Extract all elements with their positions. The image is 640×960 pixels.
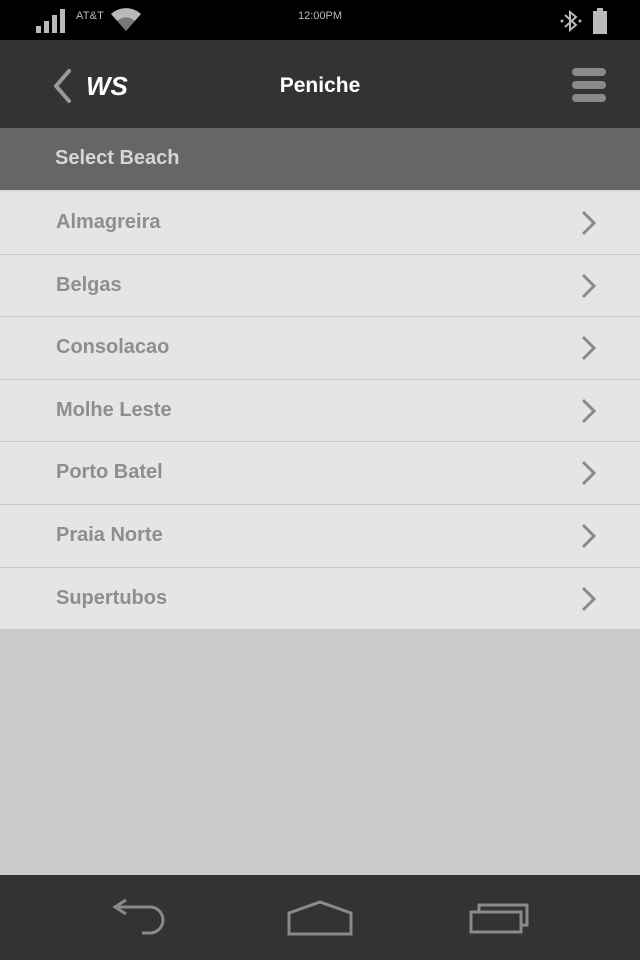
menu-button[interactable] [572,68,606,102]
list-item-label: Molhe Leste [56,398,172,421]
list-item[interactable]: Supertubos [0,567,640,631]
system-nav-bar [0,875,640,960]
section-title: Select Beach [55,147,180,169]
status-bar: AT&T 12:00PM [0,0,640,40]
list-item[interactable]: Belgas [0,254,640,318]
chevron-right-icon [581,336,597,361]
list-item-label: Porto Batel [56,461,163,484]
page-title: Peniche [279,74,361,97]
recent-apps-icon [469,903,529,934]
list-item-label: Belgas [56,273,122,296]
chevron-right-icon [581,586,597,611]
chevron-right-icon [581,523,597,549]
bluetooth-icon [560,9,582,33]
list-item[interactable]: Almagreira [0,192,640,255]
back-arrow-icon [112,898,165,935]
list-item[interactable]: Consolacao [0,317,640,380]
list-item-label: Praia Norte [56,523,163,546]
nav-recent-apps-button[interactable] [465,897,535,937]
beach-list: Almagreira Belgas Consolacao Molhe Leste… [0,190,640,631]
empty-content-area [0,630,640,875]
app-header: WS Peniche [0,40,640,128]
list-item[interactable]: Porto Batel [0,442,640,505]
home-icon [287,900,353,936]
chevron-right-icon [581,461,597,486]
battery-icon [593,8,607,34]
nav-home-button[interactable] [285,897,355,937]
nav-back-button[interactable] [106,897,176,937]
list-item-label: Almagreira [56,211,161,233]
status-clock: 12:00PM [297,10,343,22]
list-item[interactable]: Molhe Leste [0,379,640,443]
list-item-label: Supertubos [56,586,168,609]
chevron-right-icon [581,273,597,298]
chevron-right-icon [581,398,597,423]
section-header: Select Beach [0,128,640,190]
list-item[interactable]: Praia Norte [0,504,640,568]
chevron-right-icon [581,210,597,236]
list-item-label: Consolacao [56,336,170,359]
